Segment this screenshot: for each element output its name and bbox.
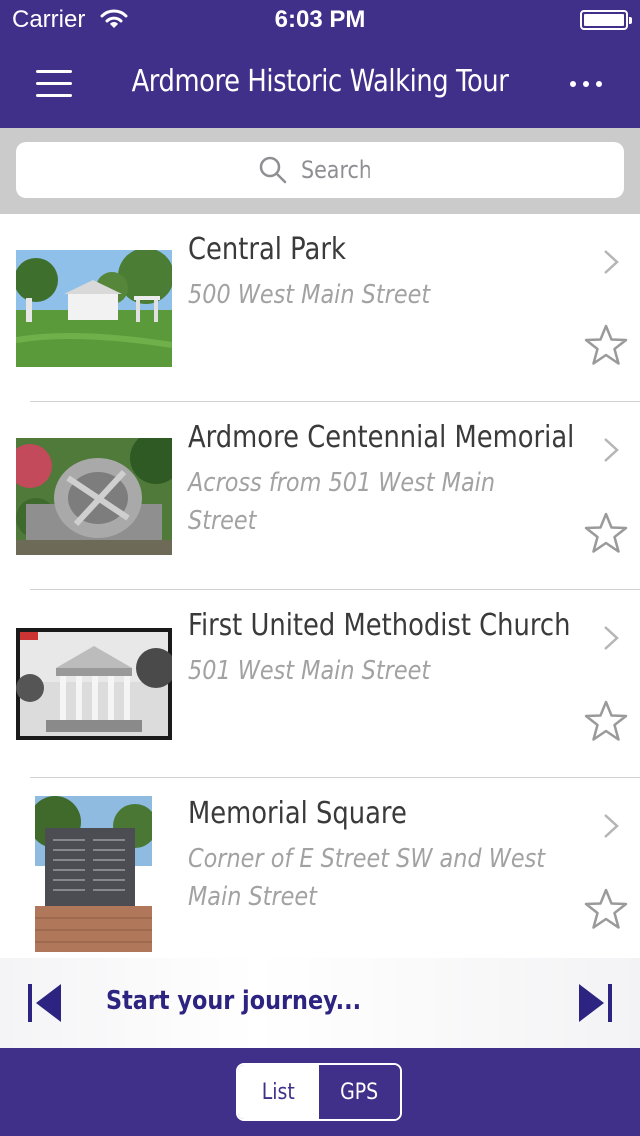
list-item[interactable]: Central Park 500 West Main Street [0, 214, 640, 402]
location-name: First United Methodist Church [188, 608, 571, 643]
location-thumbnail [16, 438, 172, 555]
header: Carrier 6:03 PM Ardmore Historic Walking… [0, 0, 640, 128]
star-icon[interactable] [584, 700, 628, 742]
star-icon[interactable] [584, 888, 628, 930]
search-input[interactable] [301, 156, 370, 184]
journey-status: Start your journey... [106, 986, 362, 1016]
hamburger-icon[interactable] [34, 68, 74, 100]
location-address: 500 West Main Street [188, 280, 431, 310]
more-dots-icon[interactable] [570, 76, 604, 92]
tour-player-bar: Start your journey... [0, 958, 640, 1048]
chevron-right-icon [604, 814, 619, 838]
list-item[interactable]: Memorial Square Corner of E Street SW an… [0, 778, 640, 958]
gps-view-button[interactable]: GPS [319, 1065, 400, 1119]
view-toggle: List GPS [236, 1063, 402, 1121]
location-address: 501 West Main Street [188, 656, 431, 686]
location-address: Across from 501 West Main Street [188, 468, 496, 536]
location-name: Ardmore Centennial Memorial [188, 420, 575, 455]
skip-previous-icon[interactable] [26, 982, 64, 1024]
page-title: Ardmore Historic Walking Tour [131, 64, 509, 99]
location-thumbnail [16, 628, 172, 740]
skip-next-icon[interactable] [576, 982, 614, 1024]
navigation-bar: Ardmore Historic Walking Tour [0, 40, 640, 128]
chevron-right-icon [604, 626, 619, 650]
location-name: Memorial Square [188, 796, 407, 831]
list-item[interactable]: Ardmore Centennial Memorial Across from … [0, 402, 640, 590]
location-name: Central Park [188, 232, 346, 267]
clock: 6:03 PM [274, 6, 366, 33]
star-icon[interactable] [584, 512, 628, 554]
star-icon[interactable] [584, 324, 628, 366]
search-field[interactable] [16, 142, 624, 198]
bottom-bar: List GPS [0, 1048, 640, 1136]
chevron-right-icon [604, 250, 619, 274]
chevron-right-icon [604, 438, 619, 462]
search-bar [0, 128, 640, 214]
list-view-button[interactable]: List [238, 1065, 319, 1119]
status-bar: Carrier 6:03 PM [0, 0, 640, 40]
battery-icon [580, 10, 632, 30]
location-address: Corner of E Street SW and West Main Stre… [188, 844, 546, 912]
location-thumbnail [35, 796, 152, 952]
app-screen: Carrier 6:03 PM Ardmore Historic Walking… [0, 0, 640, 1136]
search-icon [259, 156, 287, 184]
gps-view-label: GPS [340, 1079, 379, 1105]
list-view-label: List [261, 1079, 296, 1105]
location-list: Central Park 500 West Main Street Ardmor… [0, 214, 640, 958]
list-item[interactable]: First United Methodist Church 501 West M… [0, 590, 640, 778]
location-thumbnail [16, 250, 172, 367]
